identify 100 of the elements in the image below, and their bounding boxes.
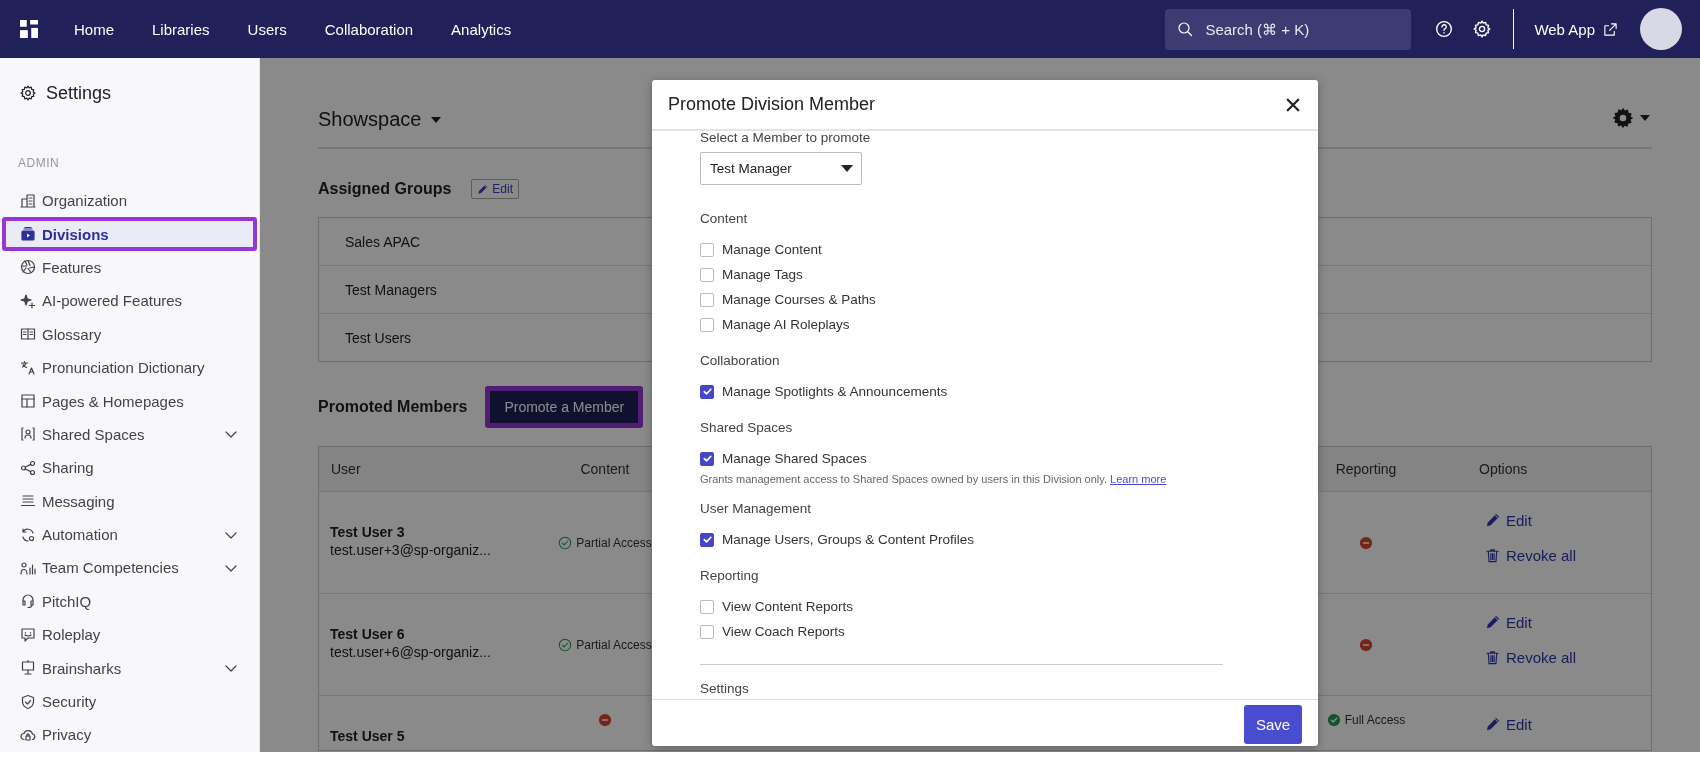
sidebar-item[interactable]: Security	[2, 684, 257, 719]
checkbox-label: Manage Users, Groups & Content Profiles	[722, 532, 975, 547]
checkbox[interactable]	[700, 599, 714, 614]
checkbox[interactable]	[700, 451, 714, 466]
sidebar-item[interactable]: Messaging	[2, 484, 257, 518]
sidebar-item[interactable]: Divisions	[2, 217, 257, 251]
sidebar-item[interactable]: Glossary	[2, 317, 257, 351]
help-text: Grants management access to Shared Spaces owned by users in this Division only. Learn more	[700, 473, 1168, 485]
column-header: Reporting	[1335, 461, 1397, 477]
pencil-icon	[1485, 513, 1500, 528]
user-name: Test User 5	[330, 728, 406, 744]
sidebar-item[interactable]: Team Competencies	[2, 551, 257, 585]
edit-button[interactable]: Edit	[471, 179, 520, 199]
checkbox[interactable]	[700, 292, 714, 307]
save-button[interactable]: Save	[1244, 704, 1302, 744]
section-heading: Promoted Members	[318, 398, 468, 416]
trash-icon	[1485, 650, 1500, 665]
minus-circle-icon	[598, 713, 612, 727]
pencil-icon	[1485, 615, 1500, 630]
checkbox-label: View Coach Reports	[722, 624, 845, 639]
access-label: Partial Access	[576, 637, 652, 652]
checkbox-label: Manage AI Roleplays	[722, 317, 850, 332]
sidebar-item[interactable]: PitchIQ	[2, 584, 257, 619]
logo-icon	[20, 20, 38, 38]
division-dropdown[interactable]: Showspace	[318, 108, 442, 131]
settings-icon[interactable]	[1473, 20, 1492, 38]
nav-link[interactable]: Home	[74, 16, 114, 42]
avatar[interactable]	[1640, 8, 1682, 50]
sidebar-item[interactable]: Roleplay	[2, 618, 257, 652]
checkbox[interactable]	[700, 317, 714, 332]
layout-icon	[20, 393, 36, 410]
group-name: Test Managers	[345, 281, 437, 298]
learn-more-link[interactable]: Learn more	[1110, 473, 1167, 485]
caret-icon	[1640, 115, 1650, 121]
checkbox[interactable]	[700, 624, 714, 639]
web-app-link[interactable]: Web App	[1534, 16, 1618, 42]
sparkle-icon	[20, 292, 36, 309]
sidebar-item[interactable]: Pronunciation Dictionary	[2, 350, 257, 385]
sidebar-item[interactable]: AI-powered Features	[2, 284, 257, 318]
sidebar-item[interactable]: Automation	[2, 517, 257, 552]
sidebar-item[interactable]: Sharing	[2, 451, 257, 485]
checkbox-label: Manage Tags	[722, 267, 803, 282]
sidebar-item[interactable]: Shared Spaces	[2, 417, 257, 452]
promote-button[interactable]: Promote a Member	[485, 386, 644, 428]
search-icon	[1177, 20, 1194, 37]
help-icon[interactable]	[1435, 20, 1454, 38]
person-frame-icon	[20, 426, 36, 443]
settings-icon	[1612, 107, 1634, 129]
sidebar-item[interactable]: Pages & Homepages	[2, 384, 257, 418]
settings-menu-button[interactable]	[1610, 105, 1652, 131]
edit-link[interactable]: Edit	[1485, 512, 1532, 529]
sidebar-item[interactable]: Brainsharks	[2, 651, 257, 685]
column-header: User	[331, 461, 361, 477]
checkbox[interactable]	[700, 532, 714, 547]
access-label: Full Access	[1344, 713, 1406, 727]
nav-link[interactable]: Collaboration	[324, 16, 414, 42]
column-header: Options	[1479, 461, 1528, 477]
checkbox[interactable]	[700, 384, 714, 399]
section-label: ADMIN	[17, 156, 61, 170]
sidebar-item[interactable]: Privacy	[2, 718, 257, 752]
nav-link[interactable]: Users	[247, 16, 287, 42]
pencil-icon	[477, 183, 489, 195]
sidebar-title: Settings	[46, 82, 112, 104]
user-name: Test User 6	[330, 626, 406, 642]
column-header: Content	[580, 461, 630, 477]
caret-icon	[431, 116, 442, 123]
folder-play-icon	[20, 226, 36, 243]
share-icon	[20, 459, 36, 476]
checkbox-label: Manage Spotlights & Announcements	[722, 384, 948, 399]
checkbox[interactable]	[700, 242, 714, 257]
translate-icon	[20, 359, 36, 376]
minus-circle-icon	[1359, 535, 1373, 550]
revoke-link[interactable]: Revoke all	[1485, 649, 1577, 666]
check-circle-icon	[558, 637, 573, 652]
checkbox-label: Manage Content	[722, 242, 822, 257]
modal-title: Promote Division Member	[668, 94, 876, 115]
aperture-icon	[20, 259, 36, 276]
check-circle-icon	[558, 535, 573, 550]
field-label: Select a Member to promote	[700, 131, 872, 147]
edit-link[interactable]: Edit	[1485, 614, 1532, 631]
sidebar-item[interactable]: Features	[2, 250, 257, 285]
nav-link[interactable]: Analytics	[451, 16, 512, 42]
user-email: test.user+3@sp-organiz...	[330, 542, 492, 558]
revoke-link[interactable]: Revoke all	[1485, 547, 1577, 564]
chat-face-icon	[20, 626, 36, 643]
user-email: test.user+6@sp-organiz...	[330, 644, 492, 660]
settings-icon	[20, 85, 36, 101]
trash-icon	[1485, 548, 1500, 563]
section-heading: Settings	[700, 680, 750, 698]
checkbox[interactable]	[700, 267, 714, 282]
section-heading: Shared Spaces	[700, 419, 794, 437]
search-field[interactable]: Search (⌘ + K)	[1165, 8, 1412, 50]
nav-link[interactable]: Libraries	[152, 16, 210, 42]
sidebar-item[interactable]: Organization	[2, 184, 257, 218]
shield-icon	[20, 693, 36, 710]
easel-icon	[20, 660, 36, 677]
person-bars-icon	[20, 560, 36, 576]
edit-link[interactable]: Edit	[1485, 716, 1532, 733]
group-name: Test Users	[345, 329, 412, 346]
member-select[interactable]: Test Manager	[700, 152, 862, 185]
